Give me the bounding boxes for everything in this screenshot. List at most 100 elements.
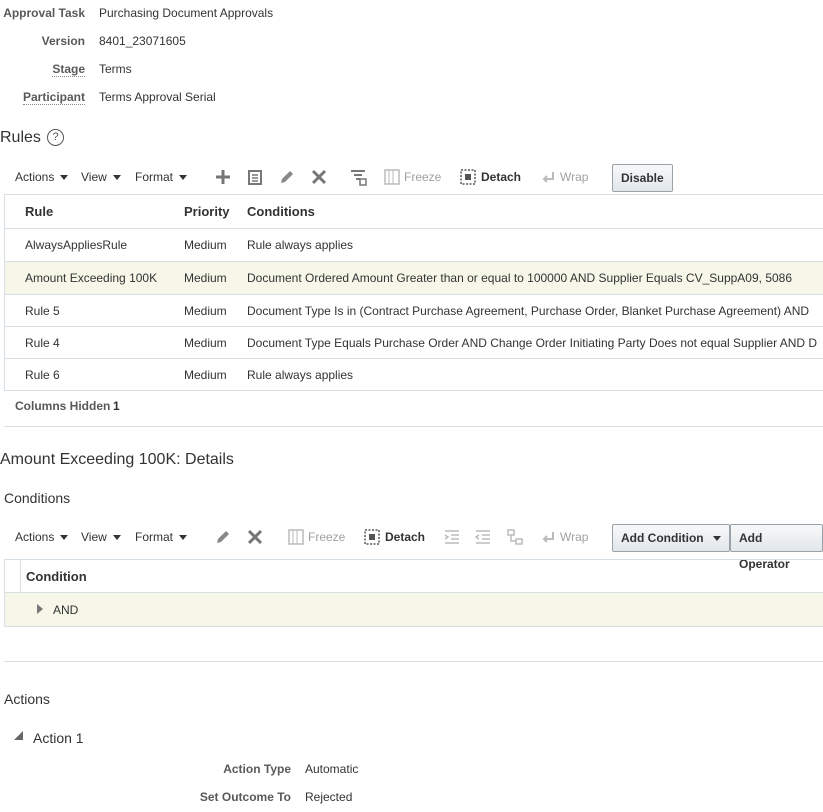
table-row-selected[interactable]: AND [5,593,823,626]
rules-table-header: Rule Priority Conditions [5,195,823,229]
indent-icon [444,530,459,544]
conditions-freeze-button: Freeze [308,530,346,544]
columns-hidden-count: 1 [113,399,120,413]
stage-label-text: Stage [52,62,85,77]
rules-wrap-button: Wrap [560,170,589,184]
cell-rule: Rule 6 [25,368,60,382]
conditions-table-header: Condition [5,560,823,593]
chevron-down-icon [712,536,721,542]
cell-rule: Amount Exceeding 100K [25,271,158,285]
conditions-detach-button[interactable]: Detach [385,522,425,552]
chevron-down-icon [179,175,188,181]
cell-conditions: Document Ordered Amount Greater than or … [247,271,793,285]
column-header-rule[interactable]: Rule [25,204,53,219]
actions-title: Actions [4,691,50,707]
x-icon[interactable] [310,168,328,186]
cell-priority: Medium [184,271,227,285]
participant-value: Terms Approval Serial [99,90,216,104]
pencil-icon[interactable] [278,168,296,186]
table-row[interactable]: AlwaysAppliesRule Medium Rule always app… [5,229,823,262]
rules-detach-button[interactable]: Detach [481,162,521,192]
set-outcome-value: Rejected [305,790,353,804]
column-header-condition[interactable]: Condition [26,569,87,584]
conditions-format-menu[interactable]: Format [135,522,188,552]
chevron-down-icon [112,175,121,181]
cell-rule: AlwaysAppliesRule [25,238,128,252]
query-by-example-icon[interactable] [349,168,367,186]
stage-value: Terms [99,62,132,76]
rules-format-menu[interactable]: Format [135,162,188,192]
wrap-icon [542,172,554,183]
chevron-down-icon [112,535,121,541]
participant-label-text: Participant [22,90,85,105]
section-divider [4,426,823,427]
cell-conditions: Rule always applies [247,238,354,252]
x-icon[interactable] [246,528,264,546]
rules-actions-label: Actions [15,170,55,184]
hierarchy-icon [507,529,523,545]
conditions-actions-menu[interactable]: Actions [15,522,69,552]
table-row[interactable]: Rule 4 Medium Document Type Equals Purch… [5,327,823,359]
collapse-triangle-icon[interactable] [14,731,23,740]
section-divider [4,661,823,662]
rules-view-menu[interactable]: View [81,162,121,192]
cell-rule: Rule 5 [25,304,60,318]
rules-actions-menu[interactable]: Actions [15,162,69,192]
detach-icon[interactable] [459,168,477,186]
cell-rule: Rule 4 [25,336,60,350]
disable-button[interactable]: Disable [612,164,673,192]
conditions-format-label: Format [135,530,174,544]
cell-priority: Medium [184,336,227,350]
details-title: Amount Exceeding 100K: Details [0,451,234,468]
help-icon[interactable]: ? [47,129,64,146]
freeze-icon [288,529,304,545]
cell-conditions: Rule always applies [247,368,354,382]
table-row[interactable]: Rule 6 Medium Rule always applies [5,359,823,391]
plus-icon[interactable] [214,168,232,186]
cell-priority: Medium [184,368,227,382]
participant-label: Participant [0,90,85,105]
column-header-priority[interactable]: Priority [184,204,230,219]
cell-conditions: Document Type Is in (Contract Purchase A… [247,304,810,318]
approval-task-label: Approval Task [3,6,85,20]
detach-icon[interactable] [363,528,381,546]
conditions-wrap-button: Wrap [560,530,589,544]
wrap-icon [542,532,554,543]
chevron-down-icon [60,175,69,181]
rules-format-label: Format [135,170,174,184]
rules-title: Rules [0,129,41,146]
conditions-view-menu[interactable]: View [81,522,121,552]
duplicate-icon[interactable] [246,168,264,186]
conditions-view-label: View [81,530,107,544]
column-header-conditions[interactable]: Conditions [247,204,315,219]
rules-freeze-button: Freeze [404,170,442,184]
table-row-selected[interactable]: Amount Exceeding 100K Medium Document Or… [5,262,823,295]
cell-priority: Medium [184,238,227,252]
conditions-toolbar: Actions View Format Freeze Detach Wrap A… [0,522,823,571]
add-condition-button[interactable]: Add Condition [612,524,730,552]
rules-toolbar: Actions View Format Freeze Detach Wrap D… [0,162,823,192]
set-outcome-label: Set Outcome To [199,790,291,804]
approval-task-value: Purchasing Document Approvals [99,6,274,20]
columns-hidden-label: Columns Hidden [15,399,111,413]
action1-title[interactable]: Action 1 [33,730,84,746]
condition-operator: AND [53,603,79,617]
add-condition-label: Add Condition [621,531,704,545]
freeze-icon [384,169,400,185]
version-label: Version [41,34,85,48]
conditions-table: Condition AND [4,559,823,627]
chevron-down-icon [60,535,69,541]
pencil-icon[interactable] [214,528,232,546]
action-type-value: Automatic [305,762,359,776]
action-type-label: Action Type [223,762,291,776]
table-row[interactable]: Rule 5 Medium Document Type Is in (Contr… [5,295,823,327]
expand-triangle-icon[interactable] [37,604,43,614]
version-value: 8401_23071605 [99,34,186,48]
rules-table: Rule Priority Conditions AlwaysAppliesRu… [4,194,823,391]
cell-conditions: Document Type Equals Purchase Order AND … [247,336,818,350]
stage-label: Stage [0,62,85,77]
rules-view-label: View [81,170,107,184]
cell-priority: Medium [184,304,227,318]
add-operator-button[interactable]: Add Operator [730,524,823,571]
chevron-down-icon [179,535,188,541]
